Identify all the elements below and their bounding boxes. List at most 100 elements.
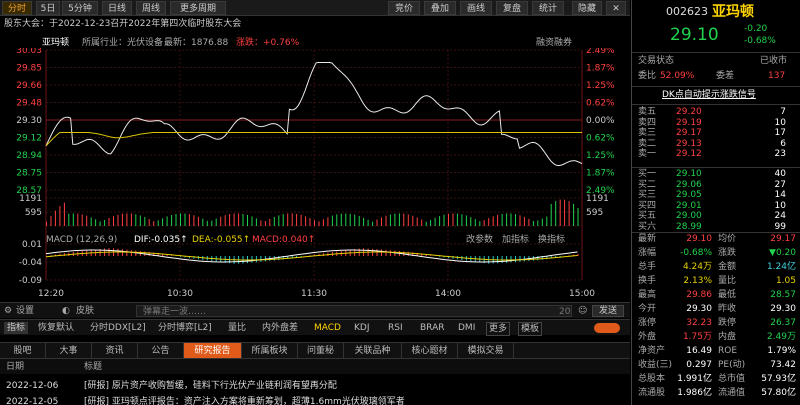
order-price[interactable]: 28.99 (676, 222, 702, 233)
send-button[interactable]: 发送 (592, 305, 624, 317)
volume-bar (403, 213, 405, 226)
tab-ask-secretary[interactable]: 问董秘 (298, 343, 344, 359)
order-price[interactable]: 29.05 (676, 190, 702, 201)
indicator-rsi[interactable]: RSI (388, 322, 403, 334)
price-tick-label: 29.12 (16, 134, 42, 144)
skin-icon[interactable]: ◐ (62, 306, 70, 316)
indicator-macd[interactable]: MACD (314, 322, 341, 334)
overlay-button[interactable]: 叠加 (424, 1, 456, 15)
stats-button[interactable]: 统计 (532, 1, 564, 15)
order-price[interactable]: 29.01 (676, 201, 702, 212)
order-price[interactable]: 29.20 (676, 107, 702, 118)
tab-sectors[interactable]: 所属板块 (242, 343, 298, 359)
tab-sim-trading[interactable]: 模拟交易 (458, 343, 514, 359)
tab-research[interactable]: 研究报告 (184, 343, 242, 359)
volume-bar (255, 218, 257, 226)
tab-related[interactable]: 关联品种 (344, 343, 402, 359)
tab-intraday[interactable]: 分时 (2, 1, 32, 15)
volume-bar (327, 217, 329, 226)
indicator-volume-ratio[interactable]: 量比 (228, 322, 246, 334)
tab-themes[interactable]: 核心题材 (402, 343, 458, 359)
indicator-dmi[interactable]: DMI (458, 322, 475, 334)
volume-bar (488, 218, 490, 226)
list-item[interactable]: 2022-12-05 [研报] 亚玛顿点评报告：资产注入方案将重新筹划，超薄1.… (0, 396, 630, 405)
tab-events[interactable]: 大事 (46, 343, 92, 359)
macd-bar (376, 249, 378, 256)
stat-value: 1.75万 (682, 332, 712, 342)
volume-bar (443, 214, 445, 226)
close-icon[interactable]: ✕ (606, 1, 626, 15)
macd-bar (126, 249, 128, 256)
volume-bar (77, 213, 79, 226)
price-tick-label: 29.66 (16, 81, 42, 91)
stat-value: 28.57 (770, 290, 796, 300)
dk-signal-link[interactable]: DK点自动提示涨跌信号 (662, 90, 756, 100)
margin-trading-link[interactable]: 融资融券 (536, 38, 572, 48)
news-title[interactable]: [研报] 原片资产收购暂缓，硅料下行光伏产业链利润有望再分配 (84, 380, 337, 392)
order-price[interactable]: 29.06 (676, 180, 702, 191)
indicator-brar[interactable]: BRAR (420, 322, 444, 334)
add-indicator-button[interactable]: 加指标 (502, 235, 529, 245)
template-button[interactable]: 模板 (518, 322, 543, 336)
order-price[interactable]: 29.12 (676, 149, 702, 160)
volume-bars (46, 199, 579, 226)
order-volume: 10 (774, 117, 786, 128)
tab-5day[interactable]: 5日 (36, 1, 60, 15)
time-tick-label: 12:20 (38, 289, 64, 299)
list-item[interactable]: 2022-12-06 [研报] 原片资产收购暂缓，硅料下行光伏产业链利润有望再分… (0, 380, 630, 392)
quote-panel: 002623 亚玛顿 29.10 -0.20 -0.68% 交易状态 已收市 委… (631, 0, 800, 405)
volume-bar (229, 214, 231, 226)
indicator-inner-outer[interactable]: 内外盘差 (262, 322, 298, 334)
macd-bar (510, 256, 512, 263)
news-title[interactable]: [研报] 亚玛顿点评报告：资产注入方案将重新筹划，超薄1.6mm光伏玻璃领军者 (84, 396, 405, 405)
stat-value: -0.68% (680, 248, 712, 258)
stat-label: 最高 (638, 290, 657, 300)
volume-bar (50, 216, 52, 226)
indicator-game[interactable]: 分时博弈[L2] (158, 322, 212, 334)
draw-button[interactable]: 画线 (460, 1, 492, 15)
order-volume: 7 (780, 107, 786, 117)
change-params-button[interactable]: 改参数 (466, 235, 493, 245)
tab-announcements[interactable]: 公告 (138, 343, 184, 359)
hide-button[interactable]: 隐藏 (572, 1, 602, 15)
auction-button[interactable]: 竞价 (388, 1, 420, 15)
emoji-icon[interactable]: ☺ (578, 306, 587, 316)
switch-indicator-button[interactable]: 换指标 (538, 235, 565, 245)
danmaku-input[interactable]: 弹幕走一波…… 20 (136, 305, 572, 317)
order-volume: 6 (780, 138, 786, 149)
tab-more-periods[interactable]: 更多周期 (170, 1, 226, 15)
order-price[interactable]: 29.19 (676, 118, 702, 129)
volume-bar (314, 220, 315, 226)
volume-bar (381, 217, 382, 226)
restore-default-button[interactable]: 恢复默认 (38, 322, 74, 334)
more-indicators-button[interactable]: 更多 (486, 322, 511, 336)
tab-daily[interactable]: 日线 (102, 1, 132, 15)
tab-forum[interactable]: 股吧 (0, 343, 46, 359)
toggle-switch[interactable] (594, 323, 620, 333)
macd-bar (385, 249, 387, 256)
order-price[interactable]: 29.10 (676, 169, 702, 180)
replay-button[interactable]: 复盘 (496, 1, 528, 15)
volume-bar (81, 214, 83, 226)
stat-value: 2.13% (683, 276, 712, 286)
macd-bar (251, 256, 253, 263)
indicator-kdj[interactable]: KDJ (354, 322, 370, 334)
volume-bar (126, 213, 128, 226)
volume-bar (296, 213, 298, 226)
settings-button[interactable]: 设置 (16, 306, 34, 316)
indicator-ddx[interactable]: 分时DDX[L2] (90, 322, 146, 334)
tab-weekly[interactable]: 周线 (136, 1, 166, 15)
volume-bar (171, 215, 173, 226)
stat-value: 1.79% (767, 346, 796, 356)
tab-news[interactable]: 资讯 (92, 343, 138, 359)
order-price[interactable]: 29.00 (676, 211, 702, 222)
volume-bar (564, 199, 566, 226)
tab-5min[interactable]: 5分钟 (62, 1, 98, 15)
stat-value: 1.05 (775, 276, 796, 286)
gear-icon[interactable]: ⚙ (4, 306, 12, 316)
skin-button[interactable]: 皮肤 (76, 306, 94, 316)
order-price[interactable]: 29.13 (676, 139, 702, 150)
volume-bar (180, 213, 181, 226)
order-price[interactable]: 29.17 (676, 128, 702, 139)
order-volume: 10 (774, 200, 786, 211)
